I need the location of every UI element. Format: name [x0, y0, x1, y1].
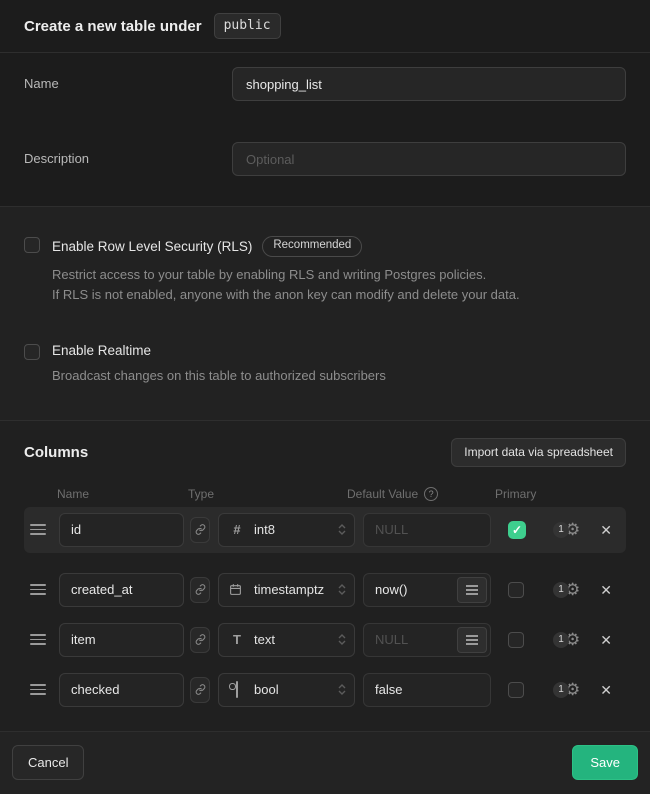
- columns-title: Columns: [24, 444, 88, 461]
- column-name-input[interactable]: [59, 673, 184, 707]
- column-row: T text 1 ⚙ ✕: [24, 617, 626, 663]
- panel-header: Create a new table under public: [0, 0, 650, 53]
- settings-count-badge: 1: [553, 582, 569, 598]
- toggle-icon: [229, 682, 245, 697]
- table-meta-section: Name Description: [0, 53, 650, 207]
- list-icon: [466, 585, 478, 595]
- rls-checkbox[interactable]: [24, 237, 40, 253]
- header-type: Type: [188, 487, 347, 501]
- rls-block: Enable Row Level Security (RLS) Recommen…: [24, 236, 626, 305]
- column-type-select[interactable]: # int8: [218, 513, 355, 547]
- description-field-row: Description: [24, 142, 626, 176]
- chevron-updown-icon: [338, 634, 346, 645]
- chevron-updown-icon: [338, 584, 346, 595]
- table-name-input[interactable]: [232, 67, 626, 101]
- foreign-key-link-button[interactable]: [190, 627, 210, 653]
- primary-checkbox[interactable]: [508, 632, 524, 648]
- schema-badge: public: [214, 13, 281, 39]
- column-type-select[interactable]: timestamptz: [218, 573, 355, 607]
- foreign-key-link-button[interactable]: [190, 517, 210, 543]
- drag-handle-icon[interactable]: [30, 524, 46, 535]
- column-name-input[interactable]: [59, 573, 184, 607]
- column-name-input[interactable]: [59, 513, 184, 547]
- remove-column-icon[interactable]: ✕: [600, 633, 612, 647]
- link-icon: [195, 584, 206, 595]
- default-value-input[interactable]: [363, 673, 491, 707]
- foreign-key-link-button[interactable]: [190, 577, 210, 603]
- realtime-label: Enable Realtime: [52, 343, 151, 358]
- create-table-panel: Create a new table under public Name Des…: [0, 0, 650, 761]
- primary-checkbox[interactable]: [508, 682, 524, 698]
- chevron-updown-icon: [338, 684, 346, 695]
- help-icon[interactable]: ?: [424, 487, 438, 501]
- calendar-icon: [229, 583, 245, 596]
- recommended-badge: Recommended: [262, 236, 362, 257]
- realtime-block: Enable Realtime Broadcast changes on thi…: [24, 343, 626, 386]
- description-label: Description: [24, 142, 232, 166]
- name-label: Name: [24, 67, 232, 91]
- remove-column-icon[interactable]: ✕: [600, 683, 612, 697]
- link-icon: [195, 684, 206, 695]
- rls-label: Enable Row Level Security (RLS): [52, 239, 252, 254]
- column-name-input[interactable]: [59, 623, 184, 657]
- default-value-menu-button[interactable]: [457, 627, 487, 653]
- realtime-description: Broadcast changes on this table to autho…: [52, 366, 386, 386]
- panel-footer: Cancel Save: [0, 731, 650, 794]
- save-button[interactable]: Save: [572, 745, 638, 780]
- drag-handle-icon[interactable]: [30, 634, 46, 645]
- settings-count-badge: 1: [553, 522, 569, 538]
- settings-count-badge: 1: [553, 632, 569, 648]
- foreign-key-link-button[interactable]: [190, 677, 210, 703]
- link-icon: [195, 524, 206, 535]
- panel-title: Create a new table under: [24, 18, 202, 35]
- primary-checkbox[interactable]: ✓: [508, 521, 526, 539]
- settings-count-badge: 1: [553, 682, 569, 698]
- column-row: timestamptz 1 ⚙ ✕: [24, 567, 626, 613]
- cancel-button[interactable]: Cancel: [12, 745, 84, 780]
- link-icon: [195, 634, 206, 645]
- table-options-section: Enable Row Level Security (RLS) Recommen…: [0, 207, 650, 421]
- column-type-select[interactable]: T text: [218, 623, 355, 657]
- default-value-menu-button[interactable]: [457, 577, 487, 603]
- remove-column-icon[interactable]: ✕: [600, 583, 612, 597]
- chevron-updown-icon: [338, 524, 346, 535]
- columns-grid-headers: Name Type Default Value ? Primary: [24, 487, 626, 501]
- drag-handle-icon[interactable]: [30, 684, 46, 695]
- rls-description: Restrict access to your table by enablin…: [52, 265, 520, 305]
- remove-column-icon[interactable]: ✕: [600, 523, 612, 537]
- text-icon: T: [229, 632, 245, 647]
- columns-section: Columns Import data via spreadsheet Name…: [0, 421, 650, 731]
- column-row: bool 1 ⚙ ✕: [24, 667, 626, 713]
- drag-handle-icon[interactable]: [30, 584, 46, 595]
- list-icon: [466, 635, 478, 645]
- column-type-select[interactable]: bool: [218, 673, 355, 707]
- name-field-row: Name: [24, 67, 626, 101]
- default-value-input[interactable]: [363, 513, 491, 547]
- header-primary: Primary: [495, 487, 536, 501]
- realtime-checkbox[interactable]: [24, 344, 40, 360]
- table-description-input[interactable]: [232, 142, 626, 176]
- header-name: Name: [57, 487, 188, 501]
- column-row: # int8 ✓ 1 ⚙ ✕: [24, 507, 626, 553]
- primary-checkbox[interactable]: [508, 582, 524, 598]
- hash-icon: #: [229, 522, 245, 537]
- header-default-value: Default Value: [347, 487, 418, 501]
- import-spreadsheet-button[interactable]: Import data via spreadsheet: [451, 438, 626, 467]
